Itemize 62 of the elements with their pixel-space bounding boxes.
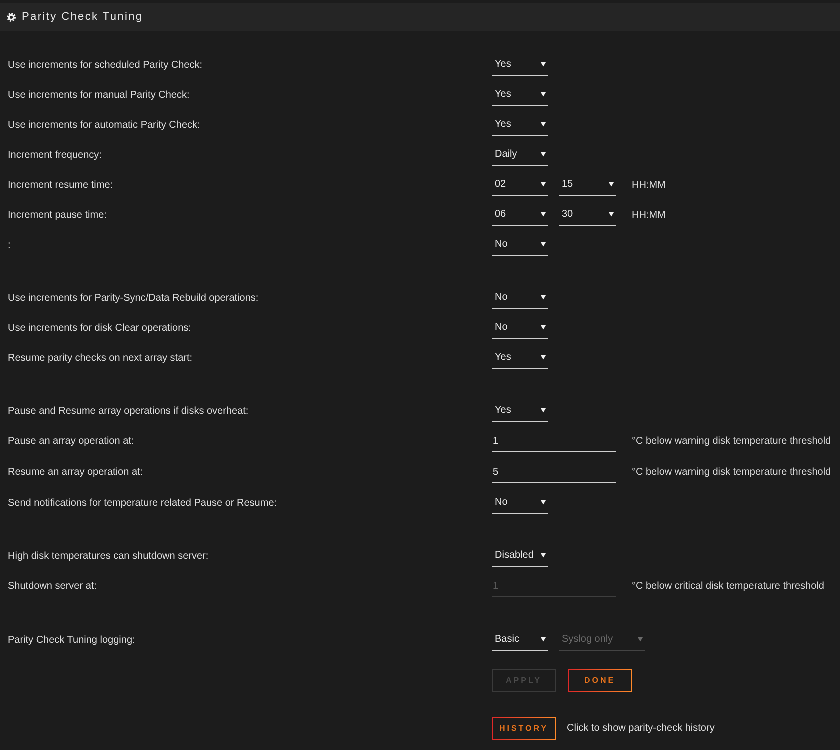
caret-icon xyxy=(541,62,546,67)
setting-label: Pause an array operation at: xyxy=(7,435,136,449)
setting-label: Pause and Resume array operations if disks overheat: xyxy=(7,404,250,418)
setting-label: Resume an array operation at: xyxy=(7,466,144,480)
caret-icon xyxy=(541,92,546,97)
setting-label: Send notifications for temperature related Pause or Resume: xyxy=(7,496,278,510)
setting-label: Shutdown server at: xyxy=(7,580,98,594)
dropdown[interactable]: Basic xyxy=(492,630,548,650)
caret-icon xyxy=(541,212,546,217)
caret-icon xyxy=(541,637,546,642)
dropdown[interactable]: Yes xyxy=(492,54,548,76)
panel-title: Parity Check Tuning xyxy=(22,10,144,25)
setting-label: Use increments for disk Clear operations: xyxy=(7,322,192,336)
caret-icon xyxy=(541,500,546,505)
caret-icon xyxy=(541,355,546,360)
dropdown[interactable]: 02 xyxy=(492,174,548,196)
setting-label: Use increments for scheduled Parity Check: xyxy=(7,58,204,72)
caret-icon xyxy=(541,152,546,157)
unit-label: HH:MM xyxy=(632,178,666,192)
action-button[interactable]: DONE xyxy=(568,669,632,692)
setting-label: Use increments for manual Parity Check: xyxy=(7,88,191,102)
setting-label: Use increments for Parity-Sync/Data Rebuild operations: xyxy=(7,292,260,306)
dropdown[interactable]: Yes xyxy=(492,400,548,422)
caret-icon xyxy=(541,122,546,127)
unit-label: °C below warning disk temperature threshold xyxy=(632,466,832,480)
setting-label: Increment frequency: xyxy=(7,148,103,162)
caret-icon xyxy=(541,408,546,413)
caret-icon xyxy=(541,295,546,300)
input-field[interactable]: 1 xyxy=(492,431,616,452)
unit-label: HH:MM xyxy=(632,208,666,222)
setting-label: Increment pause time: xyxy=(7,208,108,222)
setting-label: Parity Check Tuning logging: xyxy=(7,634,136,648)
setting-label: High disk temperatures can shutdown server: xyxy=(7,550,210,564)
gear-icon xyxy=(7,12,16,22)
dropdown[interactable]: Disabled xyxy=(492,546,548,566)
caret-icon xyxy=(638,637,643,642)
dropdown[interactable]: Yes xyxy=(492,114,548,136)
caret-icon xyxy=(541,242,546,247)
dropdown[interactable]: 06 xyxy=(492,204,548,226)
dropdown[interactable]: Yes xyxy=(492,84,548,106)
input-field[interactable]: 5 xyxy=(492,462,616,483)
caret-icon xyxy=(609,182,614,187)
unit-label: °C below critical disk temperature threshold xyxy=(632,580,824,594)
dropdown[interactable]: No xyxy=(492,492,548,514)
unit-label: °C below warning disk temperature threshold xyxy=(632,435,832,449)
dropdown[interactable]: 30 xyxy=(559,204,616,226)
dropdown[interactable]: Yes xyxy=(492,348,548,368)
dropdown[interactable]: Daily xyxy=(492,144,548,166)
setting-label: Resume parity checks on next array start: xyxy=(7,352,194,366)
caret-icon xyxy=(541,325,546,330)
dropdown[interactable]: No xyxy=(492,318,548,338)
dropdown[interactable]: 15 xyxy=(559,174,616,196)
setting-label: : xyxy=(7,238,12,252)
caret-icon xyxy=(541,182,546,187)
history-button[interactable]: HISTORY xyxy=(492,717,556,740)
dropdown[interactable]: No xyxy=(492,288,548,308)
caret-icon xyxy=(541,553,546,558)
setting-label: Use increments for automatic Parity Check: xyxy=(7,118,202,132)
dropdown[interactable]: No xyxy=(492,234,548,256)
history-hint: Click to show parity-check history xyxy=(567,722,715,736)
caret-icon xyxy=(609,212,614,217)
setting-label: Increment resume time: xyxy=(7,178,114,192)
